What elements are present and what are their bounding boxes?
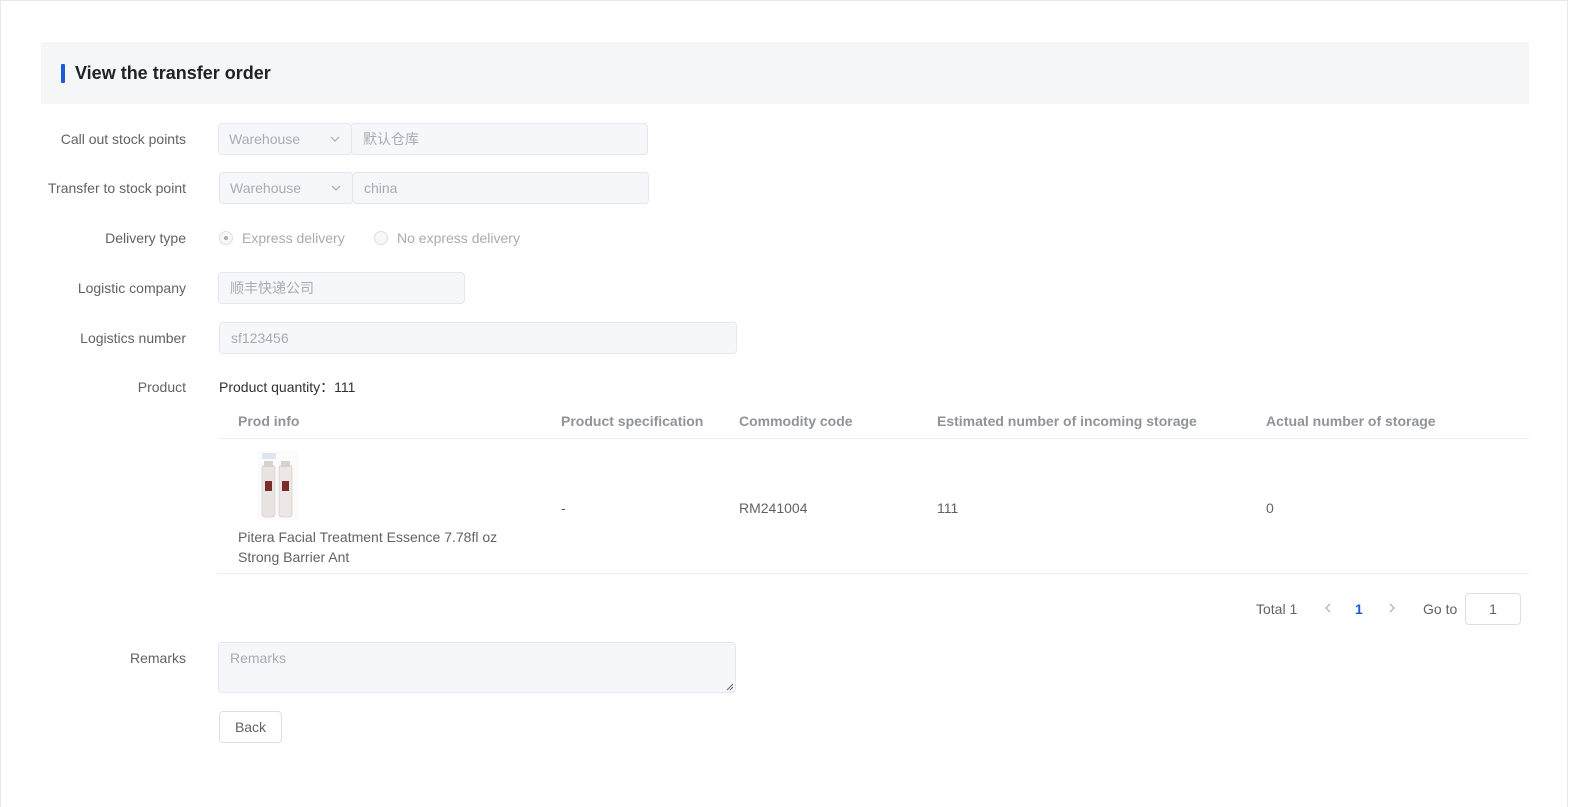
resize-grip-icon[interactable] bbox=[726, 683, 734, 691]
logistic-company-label: Logistic company bbox=[77, 280, 186, 296]
radio-dot bbox=[374, 231, 388, 245]
call-out-name-input[interactable]: 默认仓库 bbox=[351, 123, 648, 155]
table-header: Prod info Product specification Commodit… bbox=[218, 403, 1529, 439]
cell-spec: - bbox=[561, 500, 566, 516]
page-title: View the transfer order bbox=[75, 63, 271, 83]
radio-no-express-label: No express delivery bbox=[397, 230, 520, 246]
col-prod-info: Prod info bbox=[238, 413, 300, 429]
pagination-total: Total 1 bbox=[1256, 601, 1298, 617]
radio-dot-checked bbox=[219, 231, 233, 245]
product-table: Prod info Product specification Commodit… bbox=[218, 403, 1529, 574]
back-button[interactable]: Back bbox=[219, 711, 282, 743]
transfer-to-type-select[interactable]: Warehouse bbox=[219, 172, 353, 204]
delivery-type-label: Delivery type bbox=[105, 230, 186, 246]
cell-commodity-code: RM241004 bbox=[739, 500, 808, 516]
col-estimated-storage: Estimated number of incoming storage bbox=[937, 413, 1197, 429]
col-actual-storage: Actual number of storage bbox=[1266, 413, 1436, 429]
remarks-textarea[interactable]: Remarks bbox=[218, 642, 736, 693]
col-commodity-code: Commodity code bbox=[739, 413, 853, 429]
pagination-goto-input[interactable]: 1 bbox=[1465, 593, 1521, 625]
radio-express-label: Express delivery bbox=[242, 230, 345, 246]
cell-estimated: 111 bbox=[937, 500, 959, 516]
pagination-page-current[interactable]: 1 bbox=[1355, 593, 1363, 625]
remarks-label: Remarks bbox=[129, 650, 186, 666]
product-name: Pitera Facial Treatment Essence 7.78fl o… bbox=[238, 529, 498, 565]
remarks-placeholder: Remarks bbox=[230, 650, 287, 666]
chevron-down-icon bbox=[330, 136, 340, 142]
radio-express-delivery[interactable]: Express delivery bbox=[219, 222, 345, 254]
product-thumbnail bbox=[258, 451, 298, 521]
transfer-to-name-input[interactable]: china bbox=[352, 172, 649, 204]
table-row: Pitera Facial Treatment Essence 7.78fl o… bbox=[218, 439, 1529, 574]
logistics-number-input[interactable]: sf123456 bbox=[219, 322, 737, 354]
col-product-specification: Product specification bbox=[561, 413, 704, 429]
transfer-to-label: Transfer to stock point bbox=[48, 180, 186, 196]
chevron-left-icon[interactable] bbox=[1321, 601, 1335, 615]
chevron-right-icon[interactable] bbox=[1385, 601, 1399, 615]
logistic-company-input[interactable]: 顺丰快递公司 bbox=[218, 272, 465, 304]
call-out-type-select[interactable]: Warehouse bbox=[218, 123, 352, 155]
logistics-number-label: Logistics number bbox=[80, 330, 186, 346]
cell-actual: 0 bbox=[1266, 500, 1274, 516]
page-frame: View the transfer order Call out stock p… bbox=[0, 0, 1568, 807]
call-out-type-value: Warehouse bbox=[229, 131, 301, 147]
call-out-label: Call out stock points bbox=[60, 131, 186, 147]
product-label: Product bbox=[137, 379, 186, 395]
product-quantity: Product quantity：111 bbox=[219, 379, 356, 395]
pagination-goto-label: Go to bbox=[1423, 601, 1458, 617]
chevron-down-icon bbox=[331, 185, 341, 191]
page-header: View the transfer order bbox=[41, 42, 1529, 104]
title-accent-bar bbox=[61, 64, 65, 83]
transfer-to-type-value: Warehouse bbox=[230, 180, 302, 196]
radio-no-express-delivery[interactable]: No express delivery bbox=[374, 222, 520, 254]
